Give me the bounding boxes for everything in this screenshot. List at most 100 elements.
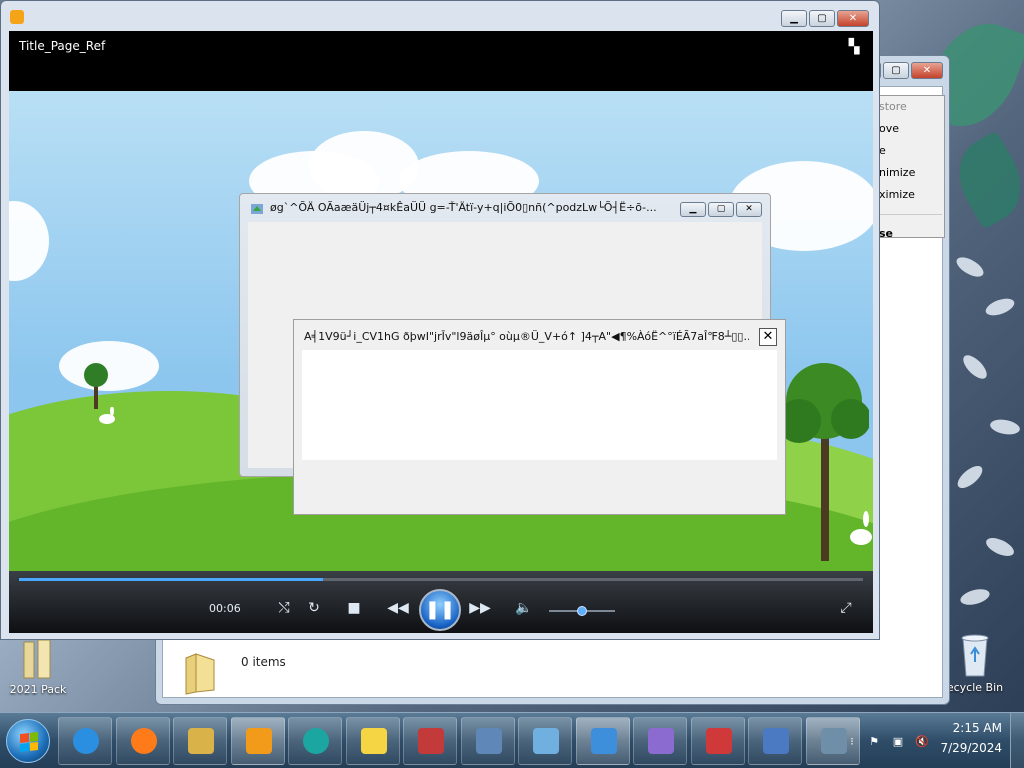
maximize-button[interactable]: ▢ — [809, 10, 835, 27]
taskbar-button-internet-explorer[interactable] — [58, 717, 112, 765]
fullscreen-icon[interactable]: ⤢ — [835, 597, 857, 619]
window-icon — [475, 728, 502, 754]
wallpaper-petal — [989, 417, 1021, 437]
wallpaper-petal — [958, 586, 992, 608]
media-player-titlebar[interactable]: ▁ ▢ ✕ — [1, 1, 879, 31]
photo-viewer-icon — [590, 728, 617, 754]
small-tree — [84, 363, 108, 409]
wallpaper-petal — [954, 461, 986, 493]
taskbar-button-firefox[interactable] — [115, 717, 170, 765]
windows-logo-icon — [20, 732, 38, 752]
taskbar-button-window[interactable] — [460, 717, 515, 765]
clock-time[interactable]: 2:15 AM — [922, 721, 1002, 735]
media-title: Title_Page_Ref — [19, 39, 106, 53]
file-explorer-icon — [188, 728, 214, 754]
desktop-icon-label: ecycle Bin — [946, 681, 1004, 694]
taskbar-button-sticky-notes[interactable] — [345, 717, 400, 765]
internet-explorer-icon — [73, 728, 99, 754]
flag-icon[interactable]: ⚑ — [866, 735, 882, 749]
system-tray: ⁝ ⚑ ▣ 🔇 2:15 AM 7/29/2024 — [838, 713, 1024, 768]
taskbar-button-tasks[interactable] — [633, 717, 687, 765]
sticky-notes-icon — [360, 728, 387, 754]
media-player-icon — [245, 728, 272, 754]
media-player-window: ▁ ▢ ✕ Title_Page_Ref ▚ øg`^ÕÄ OÃaæäÜj┬4¤… — [0, 0, 880, 640]
menu-item-close[interactable]: se — [871, 223, 944, 245]
start-button[interactable] — [6, 719, 50, 763]
close-button[interactable]: ✕ — [911, 62, 943, 79]
switch-to-library-icon[interactable]: ▚ — [845, 39, 863, 55]
close-button[interactable]: ✕ — [736, 202, 762, 217]
error-dialog-front: A╡1V9ü┘i_CV1hG ðþwI"jrĪv"l9äøÎµ° oùµ®Ü_V… — [293, 319, 786, 515]
network-icon — [705, 728, 732, 754]
tasks-icon — [648, 728, 674, 754]
taskbar-button-photo-viewer[interactable] — [575, 717, 630, 765]
menu-separator — [873, 214, 942, 215]
wallpaper-petal — [983, 534, 1017, 560]
next-icon[interactable]: ▶▶ — [467, 597, 493, 619]
seek-progress — [19, 578, 323, 581]
wallpaper-leaf — [944, 130, 1024, 230]
taskbar-button-gadget[interactable] — [518, 717, 572, 765]
pause-icon[interactable]: ❚❚ — [419, 589, 461, 631]
menu-item-minimize[interactable]: nimize — [871, 162, 944, 184]
volume-slider[interactable] — [549, 606, 615, 616]
wallpaper-petal — [953, 253, 987, 281]
desktop-icon-2021-pack[interactable]: 2021 Pack — [3, 638, 73, 696]
taskbar-button-media-player[interactable] — [230, 717, 285, 765]
desktop-icon-recycle-bin[interactable]: ecycle Bin — [940, 632, 1010, 694]
repeat-icon[interactable]: ↻ — [303, 597, 325, 619]
network-icon[interactable]: ▣ — [890, 735, 906, 749]
tray-chevron-icon[interactable]: ⁝ — [844, 735, 860, 749]
cloud — [9, 201, 49, 281]
stop-icon[interactable]: ■ — [343, 597, 365, 619]
volume-icon[interactable]: 🔈 — [513, 597, 535, 619]
taskbar-button-media-center[interactable] — [288, 717, 342, 765]
firefox-icon — [130, 728, 157, 754]
show-desktop-button[interactable] — [1010, 713, 1024, 768]
close-button[interactable]: ✕ — [837, 10, 869, 27]
minimize-button[interactable]: ▁ — [680, 202, 706, 217]
window-system-menu: store ove e nimize ximize se — [870, 95, 945, 240]
gadget-icon — [533, 728, 559, 754]
rabbit — [99, 407, 115, 424]
media-player-caption-buttons: ▁ ▢ ✕ — [781, 10, 869, 27]
media-player-app-icon — [10, 10, 24, 24]
video-frame[interactable]: øg`^ÕÄ OÃaæäÜj┬4¤kÊaÜÜ g=-Ť'Ätï-y+q|iÕ0▯… — [9, 91, 873, 571]
clock-date[interactable]: 7/29/2024 — [922, 741, 1002, 755]
folder-icon — [185, 653, 215, 695]
wordpad-icon — [763, 728, 789, 754]
taskbar-button-file-explorer[interactable] — [173, 717, 227, 765]
dialog-title: øg`^ÕÄ OÃaæäÜj┬4¤kÊaÜÜ g=-Ť'Ätï-y+q|iÕ0▯… — [270, 201, 657, 214]
taskbar-button-network[interactable] — [690, 717, 745, 765]
dialog-title: A╡1V9ü┘i_CV1hG ðþwI"jrĪv"l9äøÎµ° oùµ®Ü_V… — [304, 330, 749, 343]
taskbar-button-paint[interactable] — [403, 717, 457, 765]
maximize-button[interactable]: ▢ — [708, 202, 734, 217]
paint-icon — [418, 728, 444, 754]
taskbar-button-wordpad[interactable] — [748, 717, 802, 765]
menu-item-move[interactable]: ove — [871, 118, 944, 140]
volume-slider-handle[interactable] — [576, 606, 587, 616]
previous-icon[interactable]: ◀◀ — [385, 597, 411, 619]
maximize-button[interactable]: ▢ — [883, 62, 909, 79]
folder-icon — [23, 639, 51, 679]
dialog-message-area — [302, 350, 777, 460]
explorer-status-item-count: 0 items — [241, 655, 286, 669]
dialog-caption-buttons: ▁ ▢ ✕ — [680, 202, 762, 217]
close-icon[interactable]: ✕ — [759, 328, 777, 346]
recycle-bin-icon — [961, 634, 989, 677]
rabbit — [850, 511, 872, 545]
media-center-icon — [303, 728, 329, 754]
playback-controls: 00:06 ⤭ ↻ ■ ◀◀ ❚❚ ▶▶ 🔈 ⤢ — [9, 571, 873, 633]
app-icon — [251, 204, 263, 214]
taskbar: ⁝ ⚑ ▣ 🔇 2:15 AM 7/29/2024 — [0, 712, 1024, 768]
media-player-viewport: Title_Page_Ref ▚ øg`^ÕÄ OÃaæäÜj┬4¤kÊaÜÜ … — [9, 31, 873, 633]
menu-item-restore[interactable]: store — [871, 96, 944, 118]
minimize-button[interactable]: ▁ — [781, 10, 807, 27]
menu-item-size[interactable]: e — [871, 140, 944, 162]
menu-item-maximize[interactable]: ximize — [871, 184, 944, 206]
shuffle-icon[interactable]: ⤭ — [273, 597, 295, 619]
elapsed-time: 00:06 — [209, 602, 241, 615]
wallpaper-petal — [959, 351, 991, 383]
seek-bar[interactable] — [19, 578, 863, 581]
wallpaper-petal — [983, 295, 1017, 319]
